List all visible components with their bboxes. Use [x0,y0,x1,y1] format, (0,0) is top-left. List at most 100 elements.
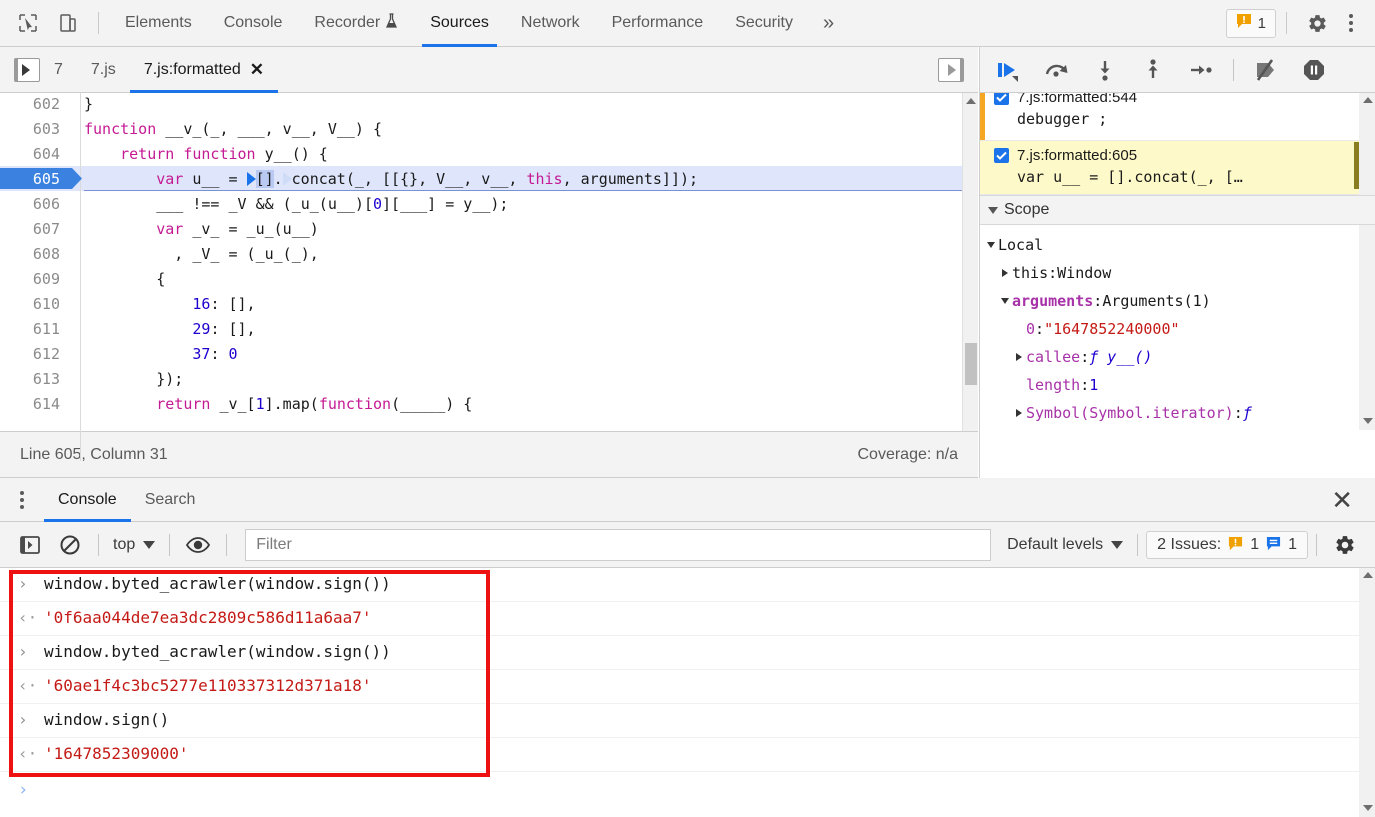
scope-root-local[interactable]: Local [980,231,1375,259]
code-line[interactable]: 606 ___ !== _V && (_u_(u__)[0][___] = y_… [0,191,962,216]
line-number: 605 [32,169,60,188]
console-issues-badge[interactable]: 2 Issues: 1 1 [1146,530,1308,559]
code-line[interactable]: 604 return function y__() { [0,141,962,166]
chevron-down-icon[interactable] [984,242,998,248]
console-message-text: window.sign() [44,710,170,729]
drawer-tab-console[interactable]: Console [44,478,131,522]
scope-value: Arguments(1) [1102,292,1211,310]
show-debugger-icon[interactable] [938,57,964,82]
chevron-right-icon[interactable] [998,269,1012,277]
tab-recorder[interactable]: Recorder [298,0,414,47]
file-tab-7[interactable]: 7 [40,47,77,93]
scope-separator: : [1035,320,1045,338]
more-tabs-chevron-icon[interactable]: » [809,12,848,35]
console-output-row[interactable]: ‹· '60ae1f4c3bc5277e110337312d371a18' [0,670,1375,704]
console-output-row[interactable]: ‹· '1647852309000' [0,738,1375,772]
breakpoint-snippet: debugger ; [1017,110,1108,128]
tab-elements[interactable]: Elements [109,0,208,47]
kebab-menu-icon[interactable] [20,490,24,509]
console-input-row[interactable]: › window.byted_acrawler(window.sign()) [0,636,1375,670]
console-filter-input[interactable]: Filter [245,528,992,561]
console-prompt[interactable]: › [0,772,1375,808]
console-input-row[interactable]: › window.byted_acrawler(window.sign()) [0,568,1375,602]
code-line-text: 16: [], [192,294,256,313]
console-input-row[interactable]: › window.sign() [0,704,1375,738]
scroll-up-arrow-icon[interactable] [1363,97,1373,103]
chevron-right-icon[interactable] [1012,353,1026,361]
scope-row-length[interactable]: length : 1 [980,371,1375,399]
code-line[interactable]: 610 16: [], [0,291,962,316]
scope-section-header[interactable]: Scope [980,195,1375,225]
file-tab-7js-formatted[interactable]: 7.js:formatted ✕ [129,47,279,93]
code-line[interactable]: 608 , _V_ = (_u_(_), [0,241,962,266]
tab-security[interactable]: Security [719,0,809,47]
code-line-current[interactable]: 605 var u__ = []. concat(_, [[{}, V__, v_… [0,166,962,191]
show-console-sidebar-icon[interactable] [10,525,50,565]
console-output-row[interactable]: ‹· '0f6aa044de7ea3dc2809c586d11a6aa7' [0,602,1375,636]
console-context-selector[interactable]: top [107,536,161,554]
gear-icon[interactable] [1325,525,1365,565]
step-into-icon[interactable] [1082,50,1128,90]
line-number: 602 [32,94,60,113]
tab-sources[interactable]: Sources [414,0,505,47]
live-expression-icon[interactable] [178,525,218,565]
step-out-icon[interactable] [1130,50,1176,90]
scope-row-callee[interactable]: callee : ƒ y__() [980,343,1375,371]
issues-badge[interactable]: 1 [1225,8,1276,38]
scope-scrollbar[interactable] [1359,225,1375,430]
scope-row-prototype[interactable]: [[Prototype]] : Object [980,427,1375,430]
deactivate-breakpoints-icon[interactable] [1243,50,1289,90]
code-line[interactable]: 602 } [0,93,962,116]
scroll-down-arrow-icon[interactable] [1363,805,1373,811]
show-navigator-icon[interactable] [14,57,40,82]
drawer-tab-search[interactable]: Search [131,478,210,522]
inspect-cursor-icon[interactable] [8,3,48,43]
step-over-icon[interactable] [1034,50,1080,90]
code-line[interactable]: 603 function __v_(_, ___, v__, V__) { [0,116,962,141]
chevron-down-icon[interactable] [998,298,1012,304]
editor-vertical-scrollbar[interactable] [962,93,978,461]
coverage-label: Coverage: n/a [857,445,958,463]
breakpoint-checkbox[interactable] [994,93,1009,105]
scroll-up-arrow-icon[interactable] [963,93,978,109]
code-line[interactable]: 613 }); [0,366,962,391]
pause-on-exceptions-icon[interactable] [1291,50,1337,90]
tab-console[interactable]: Console [208,0,299,47]
scope-row-index-0[interactable]: 0 : "1647852240000" [980,315,1375,343]
console-levels-selector[interactable]: Default levels [1001,536,1129,554]
breakpoints-scrollbar[interactable] [1359,93,1375,195]
tab-performance[interactable]: Performance [596,0,720,47]
console-message-text: '0f6aa044de7ea3dc2809c586d11a6aa7' [44,608,372,627]
breakpoint-snippet: var u__ = [].concat(_, [… [1017,168,1243,186]
code-line[interactable]: 607 var _v_ = _u_(u__) [0,216,962,241]
breakpoint-item[interactable]: 7.js:formatted:544 debugger ; [980,93,1375,141]
code-line[interactable]: 612 37: 0 [0,341,962,366]
code-editor[interactable]: 602 } 603 function __v_(_, ___, v__, V__… [0,93,978,478]
file-tab-7js[interactable]: 7.js [77,47,130,93]
breakpoint-item-selected[interactable]: 7.js:formatted:605 var u__ = [].concat(_… [980,141,1375,195]
scroll-up-arrow-icon[interactable] [1363,572,1373,578]
scroll-down-arrow-icon[interactable] [1363,418,1373,424]
code-line[interactable]: 614 return _v_[1].map(function(_____) { [0,391,962,416]
step-icon[interactable] [1178,50,1224,90]
scope-row-arguments[interactable]: arguments : Arguments(1) [980,287,1375,315]
gear-icon[interactable] [1297,3,1337,43]
tab-label: Performance [611,14,704,31]
scope-row-symbol-iterator[interactable]: Symbol(Symbol.iterator) : ƒ [980,399,1375,427]
editor-vscroll-thumb[interactable] [965,343,977,385]
scope-value: "1647852240000" [1044,320,1180,338]
close-icon[interactable]: ✕ [250,61,264,78]
scope-row-this[interactable]: this : Window [980,259,1375,287]
console-input-chevron-icon: › [18,710,28,729]
kebab-menu-icon[interactable] [1337,14,1365,32]
resume-icon[interactable] [986,50,1032,90]
tab-network[interactable]: Network [505,0,596,47]
code-line[interactable]: 609 { [0,266,962,291]
clear-console-icon[interactable] [50,525,90,565]
console-scrollbar[interactable] [1359,568,1375,817]
code-line[interactable]: 611 29: [], [0,316,962,341]
close-icon[interactable]: ✕ [1331,487,1353,513]
chevron-right-icon[interactable] [1012,409,1026,417]
device-toggle-icon[interactable] [48,3,88,43]
breakpoint-checkbox[interactable] [994,148,1009,163]
